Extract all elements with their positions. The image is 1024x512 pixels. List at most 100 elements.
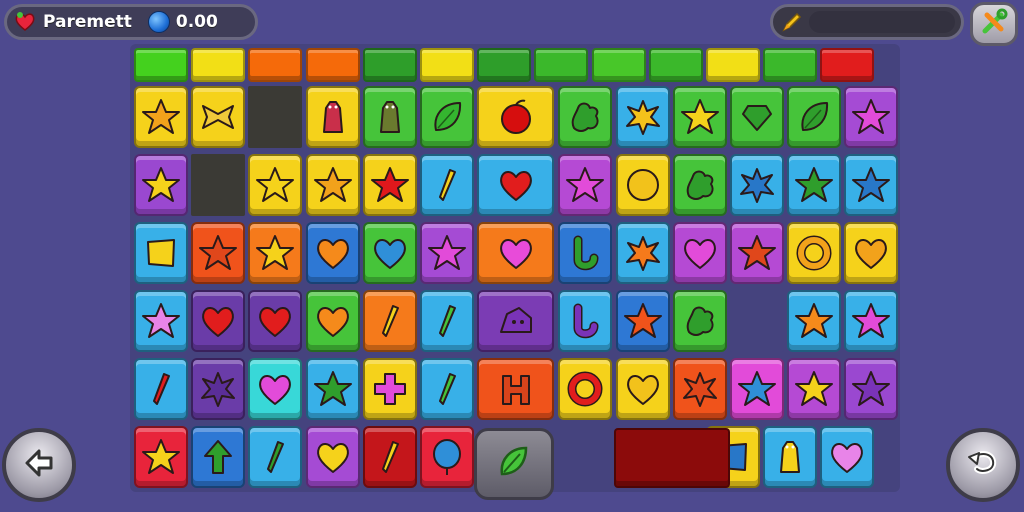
tile-figure[interactable]	[763, 426, 818, 488]
tile-diamond[interactable]	[730, 86, 785, 148]
tile-bow[interactable]	[191, 86, 246, 148]
star-icon	[566, 167, 605, 202]
heart-icon	[259, 375, 292, 405]
tile-star[interactable]	[730, 222, 785, 284]
tile-star[interactable]	[134, 86, 188, 148]
tile-blob[interactable]	[672, 290, 727, 352]
tile-heart[interactable]	[615, 358, 670, 420]
hint-button[interactable]	[474, 428, 554, 500]
tile-bar[interactable]	[420, 358, 474, 420]
tile-heart[interactable]	[305, 426, 360, 488]
tile-star[interactable]	[730, 358, 785, 420]
tile-star[interactable]	[672, 86, 727, 148]
tile-blockH[interactable]	[477, 358, 554, 420]
tile-star[interactable]	[191, 222, 246, 284]
tile-circle[interactable]	[615, 154, 670, 216]
tile-figure[interactable]	[305, 86, 360, 148]
star-icon	[313, 167, 352, 202]
tile-splat[interactable]	[730, 154, 785, 216]
undo-button[interactable]	[946, 428, 1020, 502]
heart-icon	[855, 239, 888, 269]
balloon-icon	[433, 439, 461, 475]
tile-star[interactable]	[362, 154, 417, 216]
tile-hook[interactable]	[558, 290, 613, 352]
tile-house[interactable]	[477, 290, 554, 352]
tile-star[interactable]	[844, 358, 899, 420]
tile-bar[interactable]	[362, 290, 417, 352]
star-icon	[852, 371, 891, 406]
tile-ring[interactable]	[558, 358, 613, 420]
tile-leaf[interactable]	[787, 86, 842, 148]
star-icon	[795, 167, 834, 202]
tile-arrow[interactable]	[191, 426, 246, 488]
heart-icon	[316, 443, 349, 473]
tile-star[interactable]	[305, 154, 360, 216]
tile-heart[interactable]	[305, 222, 360, 284]
tile-star[interactable]	[420, 222, 474, 284]
locked-block	[614, 428, 730, 488]
tile-splat[interactable]	[672, 358, 727, 420]
tile-heart[interactable]	[362, 222, 417, 284]
tile-star[interactable]	[558, 154, 613, 216]
tile-hook[interactable]	[558, 222, 613, 284]
star-icon	[370, 167, 409, 202]
tile-heart[interactable]	[477, 222, 554, 284]
bar-icon	[381, 441, 399, 473]
tile-bar[interactable]	[134, 358, 188, 420]
tile-star[interactable]	[787, 290, 842, 352]
heart-icon	[831, 443, 864, 473]
tile-splat[interactable]	[191, 358, 246, 420]
pencil-icon[interactable]	[779, 9, 805, 35]
back-button[interactable]	[2, 428, 76, 502]
tile-star[interactable]	[134, 426, 188, 488]
tile-heart[interactable]	[820, 426, 875, 488]
settings-button[interactable]	[970, 2, 1018, 46]
star-icon	[142, 303, 180, 338]
tile-blob[interactable]	[672, 154, 727, 216]
tile-ring[interactable]	[787, 222, 842, 284]
tile-star[interactable]	[134, 154, 188, 216]
tile-heart[interactable]	[672, 222, 727, 284]
tile-square[interactable]	[134, 222, 188, 284]
tile-blob[interactable]	[558, 86, 613, 148]
heart-icon	[499, 171, 532, 201]
tile-star[interactable]	[844, 86, 899, 148]
tile-heart[interactable]	[477, 154, 554, 216]
gem-icon	[147, 11, 170, 33]
tile-heart[interactable]	[248, 290, 303, 352]
tile-apple[interactable]	[477, 86, 554, 148]
tile-star[interactable]	[844, 154, 899, 216]
tile-bar[interactable]	[420, 154, 474, 216]
tile-star[interactable]	[134, 290, 188, 352]
tile-bar[interactable]	[248, 426, 303, 488]
tile-star[interactable]	[787, 154, 842, 216]
star-icon	[852, 303, 891, 338]
heart-icon	[626, 375, 659, 405]
splat-icon	[625, 236, 660, 271]
figure-icon	[322, 101, 343, 133]
header-color-cell	[706, 48, 760, 82]
tile-splat[interactable]	[615, 86, 670, 148]
tile-figure[interactable]	[362, 86, 417, 148]
house-icon	[499, 307, 532, 333]
tile-cross[interactable]	[362, 358, 417, 420]
heart-icon	[316, 239, 349, 269]
blockH-icon	[501, 375, 530, 405]
tile-heart[interactable]	[305, 290, 360, 352]
tile-star[interactable]	[615, 290, 670, 352]
tile-bar[interactable]	[362, 426, 417, 488]
tile-heart[interactable]	[844, 222, 899, 284]
tile-bar[interactable]	[420, 290, 474, 352]
tile-heart[interactable]	[248, 358, 303, 420]
tile-star[interactable]	[248, 154, 303, 216]
header-color-cell	[248, 48, 303, 82]
tile-leaf[interactable]	[420, 86, 474, 148]
star-icon	[313, 371, 352, 406]
tile-star[interactable]	[305, 358, 360, 420]
tile-star[interactable]	[787, 358, 842, 420]
tile-heart[interactable]	[191, 290, 246, 352]
tile-splat[interactable]	[615, 222, 670, 284]
tile-star[interactable]	[248, 222, 303, 284]
tile-balloon[interactable]	[420, 426, 474, 488]
tile-star[interactable]	[844, 290, 899, 352]
